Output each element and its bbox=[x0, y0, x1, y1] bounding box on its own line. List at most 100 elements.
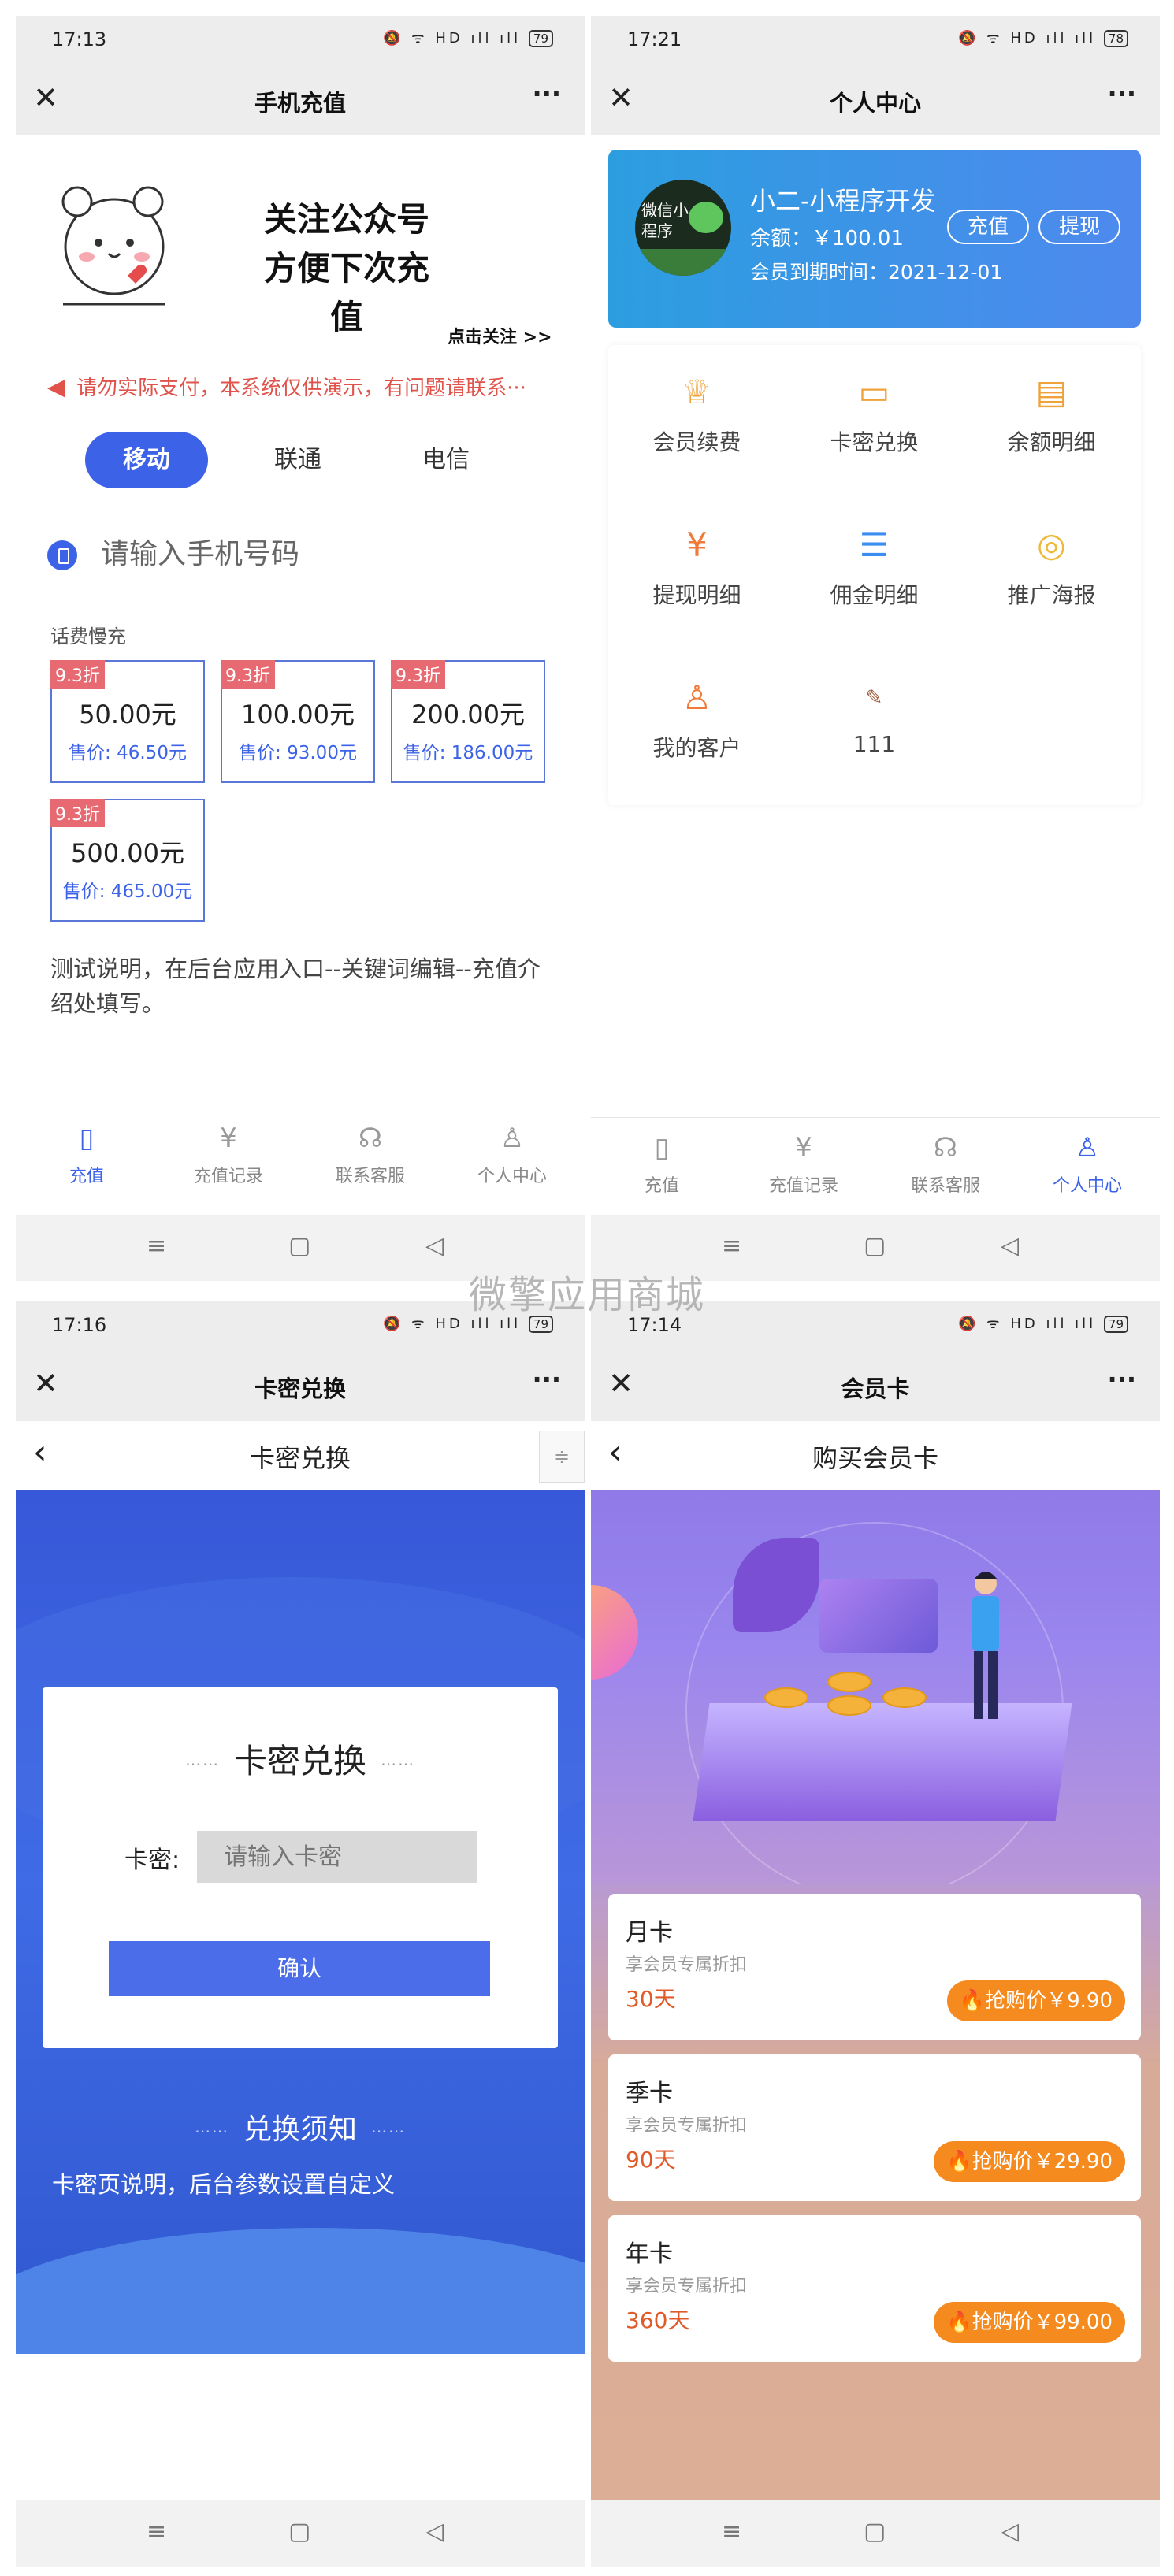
coin-icon bbox=[827, 1695, 871, 1716]
buy-button[interactable]: 🔥抢购价￥9.90 bbox=[946, 1980, 1125, 2021]
home-icon[interactable]: ▢ bbox=[288, 2518, 310, 2545]
status-time: 17:21 bbox=[627, 28, 682, 50]
tab-carrier-unicom[interactable]: 联通 bbox=[236, 432, 359, 488]
follow-link[interactable]: 点击关注 >> bbox=[448, 323, 552, 348]
card-code-input[interactable] bbox=[197, 1831, 477, 1883]
tab-carrier-mobile[interactable]: 移动 bbox=[85, 432, 208, 488]
buy-button[interactable]: 🔥抢购价￥99.00 bbox=[934, 2302, 1125, 2343]
phone-number-field[interactable]: 请输入手机号码 bbox=[47, 531, 552, 586]
tab-profile[interactable]: ♙ 个人中心 bbox=[441, 1108, 583, 1209]
card-name: 季卡 bbox=[626, 2080, 673, 2107]
menu-item-111[interactable]: ✎ 111 bbox=[786, 651, 963, 804]
home-icon[interactable]: ▢ bbox=[288, 1232, 310, 1260]
tab-customer-service[interactable]: ☊ 联系客服 bbox=[299, 1108, 441, 1209]
tab-label: 充值记录 bbox=[193, 1167, 263, 1186]
tab-customer-service[interactable]: ☊ 联系客服 bbox=[875, 1118, 1016, 1219]
receipt-icon: ¥ bbox=[795, 1132, 812, 1164]
membership-expiry: 会员到期时间：2021-12-01 bbox=[750, 261, 1003, 284]
more-icon[interactable]: ··· bbox=[1108, 79, 1136, 109]
menu-icon[interactable]: ≡ bbox=[722, 1232, 741, 1260]
member-card-quarterly[interactable]: 季卡 享会员专属折扣 90天 🔥抢购价￥29.90 bbox=[608, 2054, 1141, 2201]
tab-recharge[interactable]: ▯ 充值 bbox=[16, 1108, 158, 1209]
sub-title: 购买会员卡 bbox=[812, 1443, 938, 1473]
menu-item-my-customers[interactable]: ♙ 我的客户 bbox=[608, 651, 786, 804]
menu-item-member-renew[interactable]: ♕ 会员续费 bbox=[608, 345, 786, 498]
bottom-tab-bar: ▯ 充值 ¥ 充值记录 ☊ 联系客服 ♙ 个人中心 bbox=[16, 1108, 585, 1208]
redeem-card-title: 卡密兑换 bbox=[233, 1742, 366, 1780]
phone-icon: ▯ bbox=[79, 1123, 95, 1154]
tab-recharge[interactable]: ▯ 充值 bbox=[591, 1118, 733, 1219]
background-wave bbox=[16, 2228, 585, 2354]
menu-item-card-redeem[interactable]: ▭ 卡密兑换 bbox=[786, 345, 963, 498]
phone-card-redeem-screen: 17:16 🔕 ᯤ HD ıll ıll 79 ✕ 卡密兑换 ··· ‹ 卡密兑… bbox=[16, 1301, 585, 2567]
back-triangle-icon[interactable]: ◁ bbox=[1001, 2518, 1019, 2545]
buy-button[interactable]: 🔥抢购价￥29.90 bbox=[934, 2141, 1125, 2182]
back-triangle-icon[interactable]: ◁ bbox=[1001, 1232, 1019, 1260]
menu-item-withdraw-detail[interactable]: ¥ 提现明细 bbox=[608, 498, 786, 651]
menu-item-label: 推广海报 bbox=[1007, 582, 1096, 608]
tab-label: 充值 bbox=[644, 1176, 679, 1196]
confirm-button[interactable]: 确认 bbox=[109, 1941, 490, 1996]
member-card-yearly[interactable]: 年卡 享会员专属折扣 360天 🔥抢购价￥99.00 bbox=[608, 2215, 1141, 2362]
member-card-monthly[interactable]: 月卡 享会员专属折扣 30天 🔥抢购价￥9.90 bbox=[608, 1894, 1141, 2040]
tab-profile[interactable]: ♙ 个人中心 bbox=[1016, 1118, 1158, 1219]
redeem-notice-title-row: ⋯⋯ 兑换须知 ⋯⋯ bbox=[16, 2106, 585, 2147]
title-bar: ✕ 手机充值 ··· bbox=[16, 63, 585, 135]
user-info-card: 微信小程序 小二-小程序开发 余额：￥100.01 会员到期时间：2021-12… bbox=[608, 150, 1141, 328]
bottom-tab-bar: ▯ 充值 ¥ 充值记录 ☊ 联系客服 ♙ 个人中心 bbox=[591, 1117, 1160, 1218]
home-icon[interactable]: ▢ bbox=[864, 1232, 886, 1260]
buy-price: 抢购价￥99.00 bbox=[972, 2311, 1113, 2334]
menu-item-commission-detail[interactable]: ☰ 佣金明细 bbox=[786, 498, 963, 651]
card-subtitle: 享会员专属折扣 bbox=[626, 2277, 748, 2296]
more-icon[interactable]: ··· bbox=[533, 1364, 561, 1394]
card-period: 360天 bbox=[626, 2307, 690, 2333]
custom-image-icon: ✎ bbox=[865, 686, 883, 710]
back-triangle-icon[interactable]: ◁ bbox=[425, 1232, 444, 1260]
package-face-value: 100.00元 bbox=[241, 700, 355, 729]
user-icon: ♙ bbox=[500, 1123, 525, 1154]
package-price: 售价: 93.00元 bbox=[239, 743, 357, 763]
side-handle-icon[interactable]: ≑ bbox=[539, 1431, 585, 1483]
headset-icon: ☊ bbox=[358, 1123, 383, 1154]
phone-number-placeholder: 请输入手机号码 bbox=[101, 538, 300, 570]
menu-item-promo-poster[interactable]: ◎ 推广海报 bbox=[963, 498, 1140, 651]
package-card[interactable]: 9.3折 200.00元 售价: 186.00元 bbox=[391, 660, 545, 783]
title-bar: ✕ 个人中心 ··· bbox=[591, 63, 1160, 135]
home-icon[interactable]: ▢ bbox=[864, 2518, 886, 2545]
coin-icon bbox=[827, 1672, 871, 1692]
package-card[interactable]: 9.3折 500.00元 售价: 465.00元 bbox=[50, 799, 205, 922]
note-icon: ▤ bbox=[1035, 373, 1068, 411]
more-icon[interactable]: ··· bbox=[533, 79, 561, 109]
package-card[interactable]: 9.3折 50.00元 售价: 46.50元 bbox=[50, 660, 205, 783]
receipt-icon: ¥ bbox=[220, 1123, 237, 1154]
card-icon: ▭ bbox=[858, 373, 890, 411]
tab-recharge-records[interactable]: ¥ 充值记录 bbox=[733, 1118, 875, 1219]
menu-icon[interactable]: ≡ bbox=[722, 2518, 741, 2545]
menu-icon[interactable]: ≡ bbox=[147, 1232, 166, 1260]
withdraw-button[interactable]: 提现 bbox=[1038, 210, 1120, 244]
more-icon[interactable]: ··· bbox=[1108, 1364, 1136, 1394]
speaker-icon: ◀ bbox=[47, 373, 66, 401]
phone-icon bbox=[47, 540, 77, 570]
redeem-card-title-row: ⋯⋯ 卡密兑换 ⋯⋯ bbox=[43, 1735, 558, 1783]
watermark: 微擎应用商城 bbox=[468, 1273, 705, 1317]
title-bar: ✕ 会员卡 ··· bbox=[591, 1349, 1160, 1421]
tab-carrier-telecom[interactable]: 电信 bbox=[385, 432, 507, 488]
package-face-value: 500.00元 bbox=[71, 838, 184, 868]
menu-item-label: 佣金明细 bbox=[830, 582, 919, 608]
menu-item-label: 提现明细 bbox=[652, 582, 741, 608]
system-nav-bar: ≡ ▢ ◁ bbox=[16, 2500, 585, 2567]
flame-icon: 🔥 bbox=[946, 2311, 972, 2334]
crown-icon: ♕ bbox=[682, 373, 712, 411]
tab-recharge-records[interactable]: ¥ 充值记录 bbox=[158, 1108, 299, 1209]
redeem-card: ⋯⋯ 卡密兑换 ⋯⋯ 卡密: 确认 bbox=[43, 1687, 558, 2048]
username: 小二-小程序开发 bbox=[750, 186, 936, 216]
back-triangle-icon[interactable]: ◁ bbox=[425, 2518, 444, 2545]
package-card[interactable]: 9.3折 100.00元 售价: 93.00元 bbox=[221, 660, 375, 783]
buy-price: 抢购价￥9.90 bbox=[985, 1989, 1113, 2013]
flame-icon: 🔥 bbox=[946, 2150, 972, 2173]
menu-icon[interactable]: ≡ bbox=[147, 2518, 166, 2545]
menu-item-label: 111 bbox=[853, 731, 896, 757]
recharge-button[interactable]: 充值 bbox=[947, 210, 1029, 244]
menu-item-balance-detail[interactable]: ▤ 余额明细 bbox=[963, 345, 1140, 498]
